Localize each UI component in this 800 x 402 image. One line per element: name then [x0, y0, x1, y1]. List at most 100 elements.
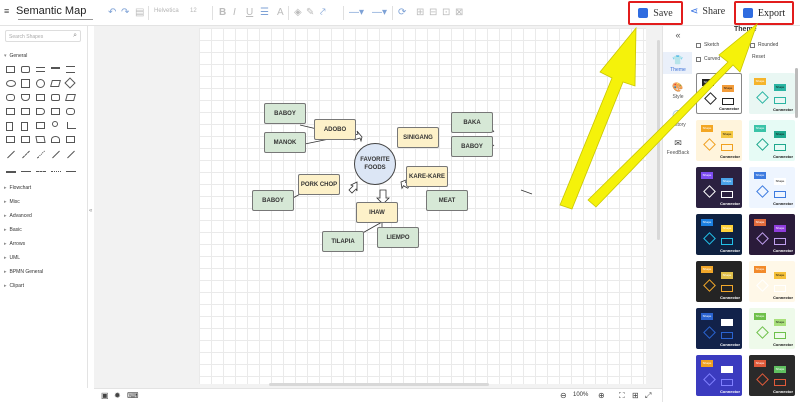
undo-icon[interactable]: ↶	[108, 7, 116, 19]
theme-thumbnail[interactable]: Shape Shape Connector	[749, 214, 795, 255]
theme-thumbnail[interactable]: Shape Shape Connector	[749, 73, 795, 114]
circle-shape[interactable]	[36, 79, 45, 88]
link-shape[interactable]	[66, 171, 76, 172]
rounded-rect-shape[interactable]	[21, 66, 30, 73]
node-baboy-top[interactable]: BABOY	[264, 103, 306, 124]
node-baboy-left[interactable]: BABOY	[252, 190, 294, 211]
lock-icon[interactable]: ⊠	[455, 7, 463, 19]
collapse-panel-icon[interactable]: «	[663, 30, 693, 40]
share-button[interactable]: ⋖ Share	[690, 6, 725, 17]
note-shape[interactable]	[51, 108, 60, 115]
connector-line-shape[interactable]	[21, 171, 31, 172]
actor-shape[interactable]	[52, 121, 58, 127]
theme-thumbnail[interactable]: Shape Shape Connector	[749, 120, 795, 161]
dotted-connector-shape[interactable]	[51, 171, 61, 172]
square-shape[interactable]	[21, 79, 30, 88]
node-pork-chop[interactable]: PORK CHOP	[298, 174, 340, 195]
fit-icon[interactable]: ⛶	[619, 391, 625, 401]
theme-thumbnail[interactable]: Shape Shape Connector	[696, 261, 742, 302]
rounded-checkbox[interactable]	[750, 42, 755, 48]
fill-icon[interactable]: ◈	[294, 7, 302, 19]
dashed-line-shape[interactable]	[22, 150, 30, 159]
hexagon-shape[interactable]	[6, 94, 15, 101]
cloud-shape[interactable]	[51, 136, 60, 143]
category-flowchart[interactable]: ▸ Flowchart	[4, 185, 31, 191]
theme-thumbnail[interactable]: Shape Shape Connector	[749, 261, 795, 302]
tab-style[interactable]: 🎨 Style	[663, 82, 693, 100]
format-painter-icon[interactable]: ▤	[135, 7, 144, 19]
theme-thumbnail[interactable]: Shape Shape Connector	[749, 355, 795, 396]
search-input[interactable]: Search Shapes ⌕	[5, 30, 81, 42]
theme-thumbnail[interactable]: Shape Shape Connector	[696, 214, 742, 255]
zoom-level[interactable]: 100%	[573, 392, 588, 398]
zoom-in-icon[interactable]: ⊕	[598, 391, 605, 400]
curved-checkbox[interactable]	[696, 56, 701, 62]
node-baka[interactable]: BAKA	[451, 112, 493, 133]
zoom-out-icon[interactable]: ⊖	[560, 391, 567, 400]
table-shape[interactable]	[6, 136, 15, 143]
back-icon[interactable]: ⊟	[429, 7, 437, 19]
node-sinigang[interactable]: SINIGANG	[397, 127, 439, 148]
callout-shape[interactable]	[66, 108, 75, 115]
horizontal-scrollbar[interactable]	[269, 383, 489, 386]
document-shape[interactable]	[36, 94, 45, 101]
rectangle-shape[interactable]	[6, 66, 15, 73]
font-family-select[interactable]: Helvetica	[154, 8, 179, 14]
tape-shape[interactable]	[35, 136, 46, 143]
pen-icon[interactable]: ✎	[306, 7, 314, 19]
bold-icon[interactable]: B	[219, 7, 226, 19]
arrange-icon[interactable]: ⟳	[398, 7, 406, 19]
card-shape[interactable]	[51, 94, 60, 101]
node-ihaw[interactable]: IHAW	[356, 202, 398, 223]
option-reset[interactable]: Reset	[752, 54, 765, 60]
speech-bubble-shape[interactable]	[36, 122, 45, 129]
line-shape[interactable]	[7, 150, 15, 159]
theme-thumbnail[interactable]: Shape Shape Connector	[696, 120, 742, 161]
diamond-shape[interactable]	[64, 77, 76, 89]
node-kare-kare[interactable]: KARE-KARE	[406, 166, 448, 187]
search-icon[interactable]: ⌕	[73, 32, 77, 40]
axis-shape[interactable]	[67, 122, 76, 129]
left-panel-collapse-handle[interactable]: «	[89, 208, 92, 214]
front-icon[interactable]: ⊞	[416, 7, 424, 19]
process-shape[interactable]	[6, 108, 15, 115]
cylinder-shape[interactable]	[21, 94, 30, 101]
category-uml[interactable]: ▸ UML	[4, 255, 20, 261]
canvas-area[interactable]: FAVORITE FOODS ADOBO BABOY MANOK SINIGANG…	[94, 26, 662, 388]
node-manok[interactable]: MANOK	[264, 132, 306, 153]
document-title[interactable]: Semantic Map	[16, 5, 86, 17]
save-button[interactable]: Save	[628, 1, 683, 25]
line-width-icon[interactable]: —▾	[372, 7, 387, 19]
node-baboy-right[interactable]: BABOY	[451, 136, 493, 157]
category-advanced[interactable]: ▸ Advanced	[4, 213, 32, 219]
textbox-shape[interactable]	[66, 66, 75, 73]
list-shape[interactable]	[21, 136, 30, 143]
double-arrow-shape[interactable]	[67, 150, 75, 159]
menu-icon[interactable]: ≡	[4, 6, 10, 16]
data-shape[interactable]	[65, 94, 76, 101]
category-general[interactable]: ▾ General	[4, 53, 27, 59]
page-view-icon[interactable]: ▣	[101, 391, 109, 400]
theme-thumbnail[interactable]: Shape Shape Connector	[749, 308, 795, 349]
node-tilapia[interactable]: TILAPIA	[322, 231, 364, 252]
drawing-page[interactable]: FAVORITE FOODS ADOBO BABOY MANOK SINIGANG…	[199, 28, 646, 386]
internal-storage-shape[interactable]	[21, 108, 30, 115]
delay-shape[interactable]	[36, 108, 45, 115]
underline-icon[interactable]: U	[246, 7, 253, 19]
ellipse-shape[interactable]	[6, 80, 16, 87]
option-sketch[interactable]: Sketch	[696, 42, 719, 48]
align-icon[interactable]: ☰	[260, 7, 269, 19]
text-shape[interactable]	[36, 67, 45, 72]
center-node[interactable]: FAVORITE FOODS	[354, 143, 396, 185]
fullscreen-icon[interactable]: ⤢	[645, 391, 651, 401]
page-shape[interactable]	[6, 122, 13, 131]
node-liempo[interactable]: LIEMPO	[377, 227, 419, 248]
fit-width-icon[interactable]: ⊞	[632, 391, 639, 400]
vertical-scrollbar[interactable]	[657, 40, 660, 240]
sketch-checkbox[interactable]	[696, 42, 701, 48]
folded-page-shape[interactable]	[21, 122, 28, 131]
theme-thumbnail[interactable]: Shape Shape Connector	[696, 308, 742, 349]
theme-thumbnail[interactable]: Shape Shape Connector	[749, 167, 795, 208]
tab-theme[interactable]: 👕 Theme	[663, 52, 693, 74]
connector-icon[interactable]: ⤤	[320, 7, 326, 19]
